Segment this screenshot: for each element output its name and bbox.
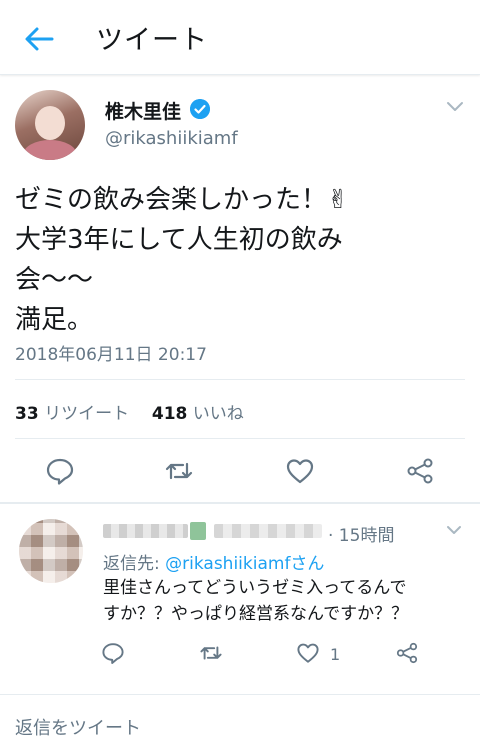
divider: [0, 694, 480, 695]
retweet-icon[interactable]: [199, 641, 223, 665]
divider: [15, 379, 465, 380]
tweet-stats: 33 リツイート 418 いいね: [15, 399, 244, 424]
reply-time[interactable]: · 15時間: [328, 521, 394, 546]
section-divider: [0, 502, 480, 504]
author-avatar[interactable]: [15, 90, 85, 160]
reply-like-count: 1: [330, 645, 341, 664]
top-bar: ツイート: [0, 0, 480, 75]
reply-to-handle-link[interactable]: @rikashiikiamfさん: [165, 554, 324, 574]
retweet-label[interactable]: リツイート: [44, 404, 129, 424]
reply-text: 里佳さんってどういうゼミ入ってるんで すか？？やっぱり経営系なんですか？？: [103, 575, 408, 627]
tweet-text-line: 大学3年にして人生初の飲み: [15, 225, 343, 255]
like-icon[interactable]: [296, 641, 320, 665]
reply-author-avatar[interactable]: [19, 519, 83, 583]
tweet-text-line: 会〜〜: [15, 265, 94, 295]
author-display-name[interactable]: 椎木里佳: [105, 97, 181, 124]
share-icon[interactable]: [405, 456, 435, 486]
like-count[interactable]: 418: [152, 404, 188, 424]
back-arrow-icon[interactable]: [22, 22, 56, 56]
like-icon[interactable]: [285, 456, 315, 486]
tweet-text: ゼミの飲み会楽しかった！✌ 大学3年にして人生初の飲み 会〜〜 満足。: [15, 180, 465, 340]
share-icon[interactable]: [395, 641, 419, 665]
reply-author-emoji-blurred: [190, 522, 206, 540]
reply-text-line: すか？？やっぱり経営系なんですか？？: [103, 604, 409, 624]
verified-badge-icon: [190, 99, 210, 119]
author-handle[interactable]: @rikashiikiamf: [105, 128, 238, 149]
divider: [15, 438, 465, 439]
tweet-text-line: 満足。: [15, 305, 94, 335]
reply-compose-input[interactable]: 返信をツイート: [15, 714, 141, 740]
retweet-icon[interactable]: [164, 456, 194, 486]
reply-text-line: 里佳さんってどういうゼミ入ってるんで: [103, 578, 407, 598]
tweet-timestamp[interactable]: 2018年06月11日 20:17: [15, 340, 207, 365]
chevron-down-icon[interactable]: [446, 524, 462, 536]
reply-to-line: 返信先: @rikashiikiamfさん: [103, 549, 324, 574]
like-label[interactable]: いいね: [193, 404, 244, 424]
reply-icon[interactable]: [45, 456, 75, 486]
chevron-down-icon[interactable]: [446, 100, 464, 114]
retweet-count[interactable]: 33: [15, 404, 39, 424]
reply-author-name-blurred[interactable]: [103, 524, 188, 538]
reply-to-prefix: 返信先:: [103, 554, 166, 574]
page-title: ツイート: [96, 25, 208, 56]
reply-icon[interactable]: [101, 641, 125, 665]
tweet-text-line: ゼミの飲み会楽しかった！✌: [15, 185, 349, 215]
reply-author-handle-blurred[interactable]: [214, 524, 322, 538]
